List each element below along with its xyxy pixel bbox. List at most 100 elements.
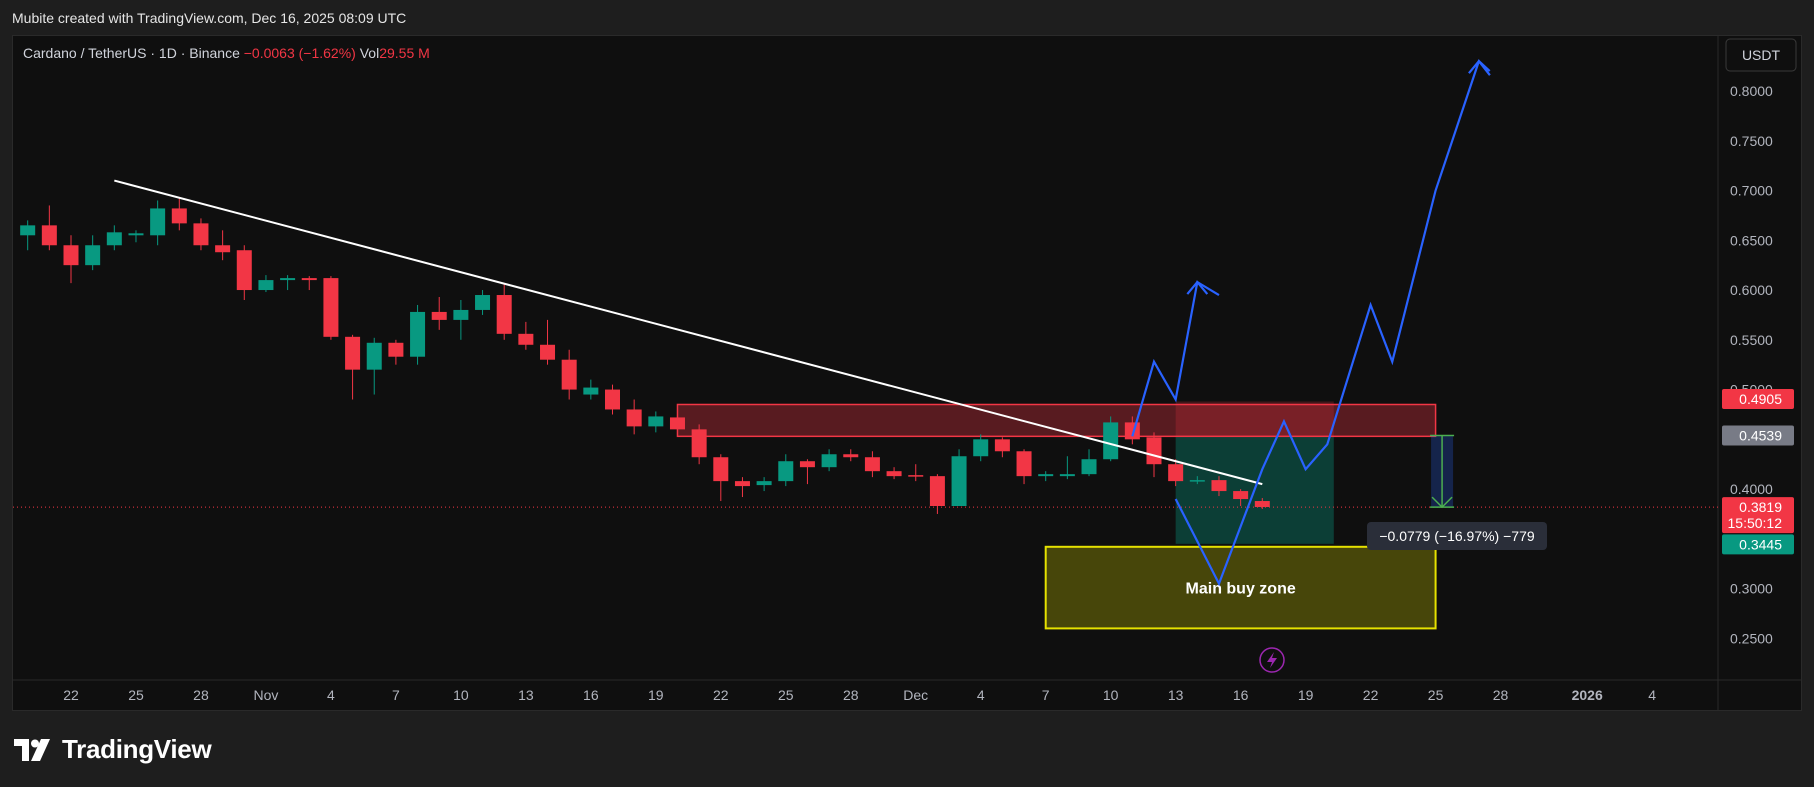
candle-body xyxy=(150,208,166,236)
candle-body xyxy=(1059,474,1075,477)
y-tick-label: 0.4000 xyxy=(1730,481,1773,497)
x-tick-label: 19 xyxy=(648,687,664,703)
candle-body xyxy=(605,389,620,410)
candle-body xyxy=(1211,480,1227,492)
candle-body xyxy=(496,295,512,334)
currency-button-label: USDT xyxy=(1742,47,1781,63)
y-tick-label: 0.6500 xyxy=(1730,232,1773,248)
x-tick-label: 16 xyxy=(1233,687,1249,703)
candle-body xyxy=(85,245,101,266)
candle-body xyxy=(41,225,57,246)
y-tick-label: 0.8000 xyxy=(1730,83,1773,99)
candle-body xyxy=(973,439,989,457)
candle-body xyxy=(908,475,924,477)
x-tick-label: 13 xyxy=(518,687,534,703)
candle-body xyxy=(258,280,274,291)
x-tick-label: 16 xyxy=(583,687,599,703)
descending-trendline xyxy=(114,179,1263,486)
lightning-icon[interactable] xyxy=(1259,647,1285,673)
candle-body xyxy=(301,278,317,281)
x-tick-label: 13 xyxy=(1168,687,1184,703)
price-range-tooltip-text: −0.0779 (−16.97%) −779 xyxy=(1379,528,1535,544)
candle-body xyxy=(821,454,837,468)
candle-body xyxy=(626,409,642,427)
candle-body xyxy=(864,457,880,472)
x-tick-label: 4 xyxy=(1648,687,1656,703)
candle-body xyxy=(1038,474,1054,477)
candle-body xyxy=(518,333,534,345)
x-tick-label: 4 xyxy=(977,687,985,703)
candle-body xyxy=(171,208,187,224)
x-tick-label: Nov xyxy=(253,687,278,703)
candle-body xyxy=(648,416,664,427)
y-tick-label: 0.3000 xyxy=(1730,581,1773,597)
price-axis-label-text: 0.4539 xyxy=(1739,427,1782,443)
x-tick-label: Dec xyxy=(903,687,928,703)
candle-body xyxy=(193,223,209,246)
x-tick-label: 28 xyxy=(843,687,859,703)
candle-body xyxy=(843,454,859,458)
candle-body xyxy=(756,481,772,486)
candle-body xyxy=(20,225,36,236)
candle-body xyxy=(410,311,426,357)
candle-body xyxy=(1189,480,1205,482)
candle-body xyxy=(583,387,599,395)
symbol-info[interactable]: Cardano / TetherUS · 1D · Binance xyxy=(23,45,240,61)
tradingview-logo[interactable]: TradingView xyxy=(14,734,212,765)
x-tick-label: 19 xyxy=(1298,687,1314,703)
candle-body xyxy=(323,278,339,337)
x-tick-label: 25 xyxy=(128,687,144,703)
candle-body xyxy=(366,342,382,370)
x-tick-label: 25 xyxy=(1428,687,1444,703)
volume-value: 29.55 M xyxy=(379,45,430,61)
candle-body xyxy=(734,481,750,487)
candle-body xyxy=(475,295,491,310)
candle-body xyxy=(1124,422,1140,440)
candle-body xyxy=(540,344,556,360)
tradingview-logo-icon xyxy=(14,738,50,761)
lightning-icon-bolt xyxy=(1267,652,1277,668)
chart-canvas[interactable]: 0.80000.75000.70000.65000.60000.55000.50… xyxy=(0,0,1814,787)
candle-body xyxy=(1016,451,1032,477)
x-tick-label: 22 xyxy=(1363,687,1379,703)
candle-body xyxy=(886,471,902,477)
y-tick-label: 0.2500 xyxy=(1730,630,1773,646)
x-tick-label: 2026 xyxy=(1572,687,1603,703)
price-change: −0.0063 (−1.62%) xyxy=(243,45,356,61)
candle-body xyxy=(669,417,685,430)
candle-body xyxy=(128,233,144,236)
candle-body xyxy=(994,439,1010,452)
candle-body xyxy=(63,245,79,266)
candle-body xyxy=(1103,422,1119,460)
candle-body xyxy=(929,476,945,506)
x-tick-label: 7 xyxy=(392,687,400,703)
candle-body xyxy=(1254,501,1270,507)
y-tick-label: 0.5500 xyxy=(1730,332,1773,348)
buy-zone-label: Main buy zone xyxy=(1186,581,1296,598)
candle-body xyxy=(713,457,729,482)
x-tick-label: 10 xyxy=(453,687,469,703)
y-tick-label: 0.7500 xyxy=(1730,133,1773,149)
candle-body xyxy=(236,250,252,291)
x-tick-label: 22 xyxy=(713,687,729,703)
candle-body xyxy=(453,309,469,320)
candle-body xyxy=(799,461,815,468)
x-tick-label: 4 xyxy=(327,687,335,703)
candle-body xyxy=(1081,459,1097,475)
volume-label: Vol xyxy=(359,45,380,61)
x-tick-label: 25 xyxy=(778,687,794,703)
candle-body xyxy=(1146,437,1162,465)
candle-body xyxy=(431,311,447,320)
candle-body xyxy=(1233,491,1249,500)
y-tick-label: 0.6000 xyxy=(1730,282,1773,298)
candle-body xyxy=(345,336,361,370)
resistance-zone xyxy=(676,403,1437,438)
candle-body xyxy=(951,456,967,506)
x-tick-label: 28 xyxy=(193,687,209,703)
candle-body xyxy=(280,278,296,281)
candle-body xyxy=(691,429,707,458)
candle-body xyxy=(106,232,122,246)
x-tick-label: 28 xyxy=(1493,687,1509,703)
x-tick-label: 10 xyxy=(1103,687,1119,703)
price-axis-label-text: 0.4905 xyxy=(1739,391,1782,407)
